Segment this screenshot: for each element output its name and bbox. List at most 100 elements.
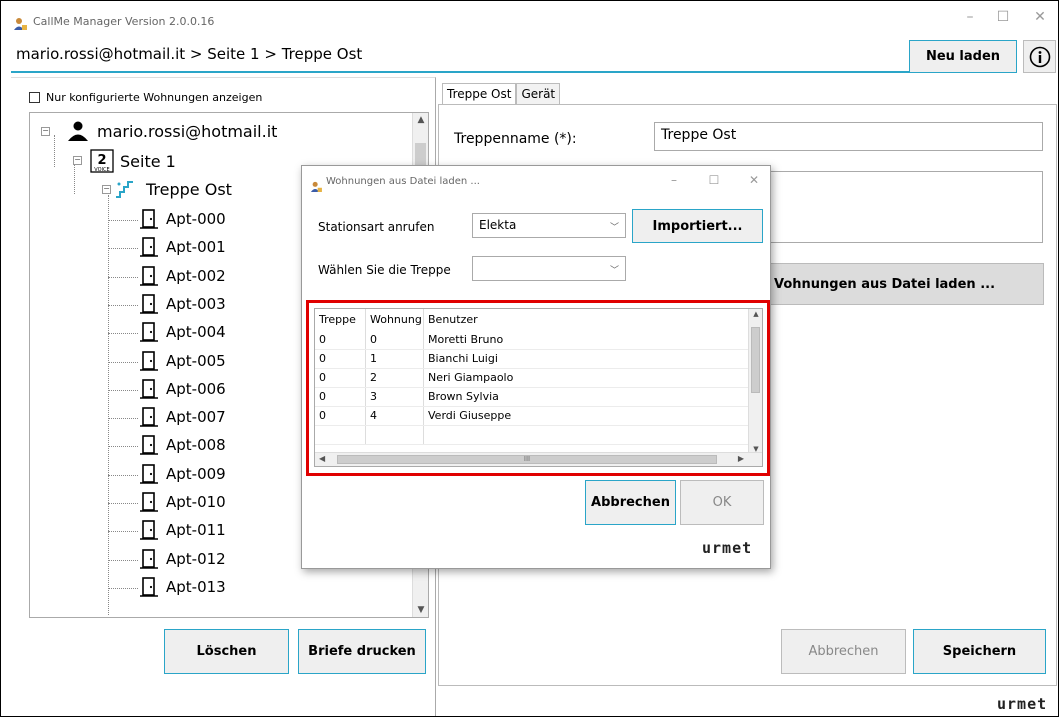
table-cell: Neri Giampaolo bbox=[428, 371, 514, 384]
select-stair-select[interactable]: ﹀ bbox=[472, 256, 626, 281]
info-button[interactable] bbox=[1023, 40, 1056, 73]
apartments-grid[interactable]: Treppe Wohnung Benutzer 0 0 Moretti Bruno 0… bbox=[314, 308, 763, 467]
column-header-wohnung[interactable]: Wohnung bbox=[366, 309, 424, 331]
reload-button[interactable]: Neu laden bbox=[909, 40, 1017, 73]
cancel-button[interactable]: Abbrechen bbox=[781, 629, 906, 674]
apartment-label: Apt-010 bbox=[166, 493, 226, 511]
tab-geraet[interactable]: Gerät bbox=[516, 83, 561, 104]
table-row[interactable]: 0 2 Neri Giampaolo bbox=[315, 369, 762, 388]
door-icon bbox=[140, 265, 158, 286]
tree-node-apartment[interactable]: Apt-011 bbox=[140, 520, 226, 541]
grid-scroll-up-icon[interactable]: ▲ bbox=[749, 310, 762, 318]
filter-checkbox[interactable] bbox=[29, 92, 40, 103]
dialog-title-bar: Wohnungen aus Datei laden ... – ☐ ✕ bbox=[302, 166, 770, 198]
tree-node-apartment[interactable]: Apt-008 bbox=[140, 435, 226, 456]
table-cell: 2 bbox=[366, 369, 424, 387]
apartment-label: Apt-008 bbox=[166, 436, 226, 455]
tree-node-page[interactable]: 2 VOICE Seite 1 bbox=[90, 149, 176, 173]
door-icon bbox=[140, 463, 158, 484]
minimize-button[interactable]: – bbox=[958, 9, 982, 25]
collapse-page-toggle[interactable]: − bbox=[73, 156, 82, 165]
main-window: CallMe Manager Version 2.0.0.16 – ☐ ✕ ma… bbox=[0, 0, 1059, 717]
breadcrumb-underline bbox=[11, 71, 915, 73]
tree-node-apartment[interactable]: Apt-001 bbox=[140, 237, 226, 258]
tree-node-apartment[interactable]: Apt-004 bbox=[140, 322, 226, 342]
tree-node-apartment[interactable]: Apt-003 bbox=[140, 294, 226, 314]
info-icon bbox=[1029, 46, 1050, 67]
stair-icon bbox=[116, 181, 133, 198]
tree-node-apartment[interactable]: Apt-002 bbox=[140, 265, 226, 286]
table-cell: Bianchi Luigi bbox=[428, 352, 498, 365]
table-row[interactable]: 0 0 Moretti Bruno bbox=[315, 331, 762, 350]
load-apartments-button[interactable]: Vohnungen aus Datei laden ... bbox=[761, 263, 1044, 305]
station-type-select[interactable]: Elekta ﹀ bbox=[472, 213, 626, 238]
table-cell: 1 bbox=[366, 350, 424, 368]
stair-name-input[interactable]: Treppe Ost bbox=[654, 122, 1043, 151]
close-button[interactable]: ✕ bbox=[1028, 9, 1052, 25]
apartment-label: Apt-000 bbox=[166, 210, 226, 228]
page-voice-icon: 2VOICE bbox=[90, 149, 114, 173]
dialog-app-icon bbox=[310, 177, 322, 196]
select-stair-label: Wählen Sie die Treppe bbox=[318, 263, 451, 277]
table-row[interactable]: 0 1 Bianchi Luigi bbox=[315, 350, 762, 369]
column-header-treppe[interactable]: Treppe bbox=[315, 309, 366, 331]
grid-vscroll-thumb[interactable] bbox=[751, 327, 760, 393]
load-apartments-dialog: Wohnungen aus Datei laden ... – ☐ ✕ Stat… bbox=[301, 165, 771, 569]
dialog-close-button[interactable]: ✕ bbox=[744, 173, 764, 187]
grid-horizontal-scrollbar[interactable]: ◀ III ▶ bbox=[315, 452, 762, 466]
station-type-label: Stationsart anrufen bbox=[318, 220, 435, 234]
user-icon bbox=[68, 121, 88, 141]
door-icon bbox=[140, 237, 158, 258]
table-cell: Brown Sylvia bbox=[428, 390, 499, 403]
table-row-empty bbox=[315, 426, 762, 445]
grid-scroll-left-icon[interactable]: ◀ bbox=[319, 454, 325, 463]
dialog-cancel-button[interactable]: Abbrechen bbox=[585, 480, 676, 525]
right-tabs: Treppe Ost Gerät bbox=[442, 83, 561, 104]
grid-vertical-scrollbar[interactable]: ▲ ▼ bbox=[748, 309, 762, 454]
filter-checkbox-row[interactable]: Nur konfigurierte Wohnungen anzeigen bbox=[29, 91, 262, 104]
table-cell: 0 bbox=[315, 369, 366, 387]
door-icon bbox=[140, 407, 158, 427]
tree-node-apartment[interactable]: Apt-009 bbox=[140, 463, 226, 484]
apartment-label: Apt-013 bbox=[166, 577, 226, 596]
door-icon bbox=[140, 350, 158, 371]
door-icon bbox=[140, 435, 158, 456]
chevron-down-icon: ﹀ bbox=[609, 223, 619, 233]
dialog-ok-button[interactable]: OK bbox=[680, 480, 764, 525]
collapse-account-toggle[interactable]: − bbox=[41, 127, 50, 136]
tree-node-stair[interactable]: Treppe Ost bbox=[114, 179, 232, 199]
chevron-down-icon: ﹀ bbox=[609, 266, 619, 276]
filter-checkbox-label: Nur konfigurierte Wohnungen anzeigen bbox=[46, 91, 263, 104]
scroll-up-arrow-icon[interactable]: ▲ bbox=[413, 115, 428, 125]
grid-scroll-right-icon[interactable]: ▶ bbox=[738, 454, 744, 463]
door-icon bbox=[140, 294, 158, 314]
table-row[interactable]: 0 3 Brown Sylvia bbox=[315, 388, 762, 407]
tree-node-apartment[interactable]: Apt-012 bbox=[140, 548, 226, 569]
window-title: CallMe Manager Version 2.0.0.16 bbox=[33, 15, 215, 28]
tree-node-apartment[interactable]: Apt-013 bbox=[140, 577, 226, 597]
urmet-logo: urmet bbox=[997, 695, 1048, 713]
collapse-stair-toggle[interactable]: − bbox=[102, 185, 111, 194]
import-button[interactable]: Importiert... bbox=[632, 209, 763, 243]
tree-node-apartment[interactable]: Apt-006 bbox=[140, 378, 226, 399]
maximize-button[interactable]: ☐ bbox=[991, 9, 1015, 25]
tree-node-apartment[interactable]: Apt-007 bbox=[140, 407, 226, 427]
delete-button[interactable]: Löschen bbox=[164, 629, 289, 674]
dialog-urmet-logo: urmet bbox=[702, 539, 753, 557]
dialog-maximize-button[interactable]: ☐ bbox=[704, 173, 724, 187]
tree-node-apartment[interactable]: Apt-000 bbox=[140, 209, 226, 229]
svg-text:2: 2 bbox=[97, 153, 106, 168]
tab-treppe-ost[interactable]: Treppe Ost bbox=[442, 83, 517, 104]
apartment-label: Apt-001 bbox=[166, 238, 226, 257]
print-letters-button[interactable]: Briefe drucken bbox=[298, 629, 426, 674]
save-button[interactable]: Speichern bbox=[913, 629, 1046, 674]
scroll-down-arrow-icon[interactable]: ▼ bbox=[413, 605, 428, 615]
tree-node-account[interactable]: mario.rossi@hotmail.it bbox=[67, 121, 277, 141]
dialog-minimize-button[interactable]: – bbox=[664, 173, 684, 187]
table-cell: 0 bbox=[366, 331, 424, 349]
tree-node-apartment[interactable]: Apt-010 bbox=[140, 492, 226, 512]
table-row[interactable]: 0 4 Verdi Giuseppe bbox=[315, 407, 762, 426]
tree-node-apartment[interactable]: Apt-005 bbox=[140, 350, 226, 371]
grid-hscroll-thumb[interactable]: III bbox=[337, 455, 717, 464]
column-header-benutzer[interactable]: Benutzer bbox=[424, 309, 762, 331]
